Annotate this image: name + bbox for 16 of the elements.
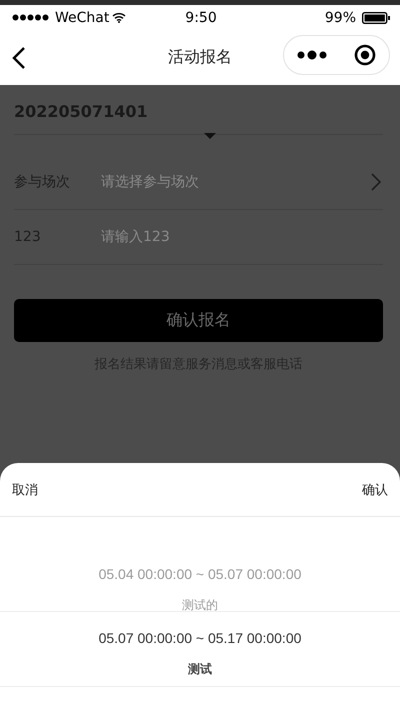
battery-icon: [362, 12, 390, 24]
option-time[interactable]: 05.07 00:00:00 ~ 05.17 00:00:00: [98, 625, 302, 651]
confirm-button[interactable]: 确认: [362, 480, 388, 498]
caret-icon: [204, 133, 216, 139]
cancel-button[interactable]: 取消: [12, 480, 38, 498]
target-icon[interactable]: [354, 44, 376, 66]
more-icon[interactable]: [297, 50, 328, 60]
page-title: 活动报名: [168, 47, 232, 66]
battery-percent: 99%: [324, 10, 356, 26]
submit-button[interactable]: 确认报名: [14, 299, 383, 342]
wifi-icon: [112, 12, 126, 23]
back-icon[interactable]: [12, 46, 26, 70]
clock-time: 9:50: [185, 10, 217, 26]
carrier-name: WeChat: [55, 10, 110, 26]
option-name[interactable]: 测试: [188, 658, 212, 680]
input-field[interactable]: 请输入123: [101, 229, 383, 245]
